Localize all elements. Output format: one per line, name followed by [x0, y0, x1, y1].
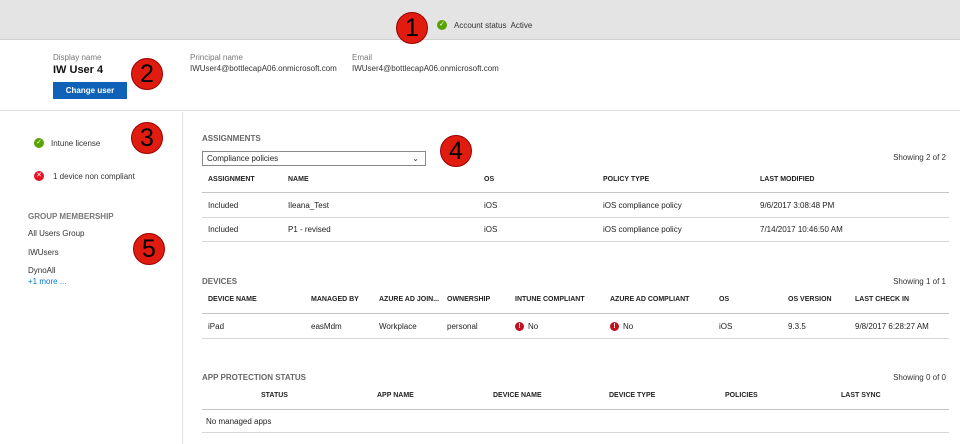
- email-label: Email: [352, 53, 373, 62]
- intune-compliant-cell: ! No: [515, 322, 538, 331]
- assignments-filter-value: Compliance policies: [207, 154, 279, 163]
- intune-compliant-value: No: [528, 322, 539, 331]
- os-cell: iOS: [484, 225, 498, 234]
- last-modified-cell: 7/14/2017 10:46:50 AM: [760, 225, 843, 234]
- app-protection-title: APP PROTECTION STATUS: [202, 373, 307, 382]
- ownership-cell: personal: [447, 322, 478, 331]
- group-item: DynoAll: [28, 266, 56, 275]
- column-header[interactable]: AZURE AD JOIN...: [379, 296, 439, 303]
- assignments-filter-select[interactable]: Compliance policies ⌄: [202, 151, 426, 166]
- column-header[interactable]: STATUS: [261, 392, 288, 399]
- devices-title: DEVICES: [202, 277, 238, 286]
- intune-license-status: ✓ Intune license: [34, 138, 100, 148]
- policy-type-cell: iOS compliance policy: [603, 225, 682, 234]
- column-header[interactable]: NAME: [288, 176, 309, 183]
- group-membership-title: GROUP MEMBERSHIP: [28, 212, 114, 221]
- warning-icon: !: [610, 322, 619, 331]
- header-divider: [202, 313, 949, 314]
- device-name-cell: iPad: [208, 322, 225, 331]
- display-name: IW User 4: [53, 64, 104, 76]
- row-divider: [202, 217, 949, 218]
- column-header[interactable]: INTUNE COMPLIANT: [515, 296, 585, 303]
- column-header[interactable]: DEVICE NAME: [208, 296, 257, 303]
- column-header[interactable]: LAST MODIFIED: [760, 176, 814, 183]
- assignments-title: ASSIGNMENTS: [202, 134, 261, 143]
- callout-marker: 5: [133, 233, 165, 265]
- group-item: IWUsers: [28, 248, 59, 257]
- column-header[interactable]: OWNERSHIP: [447, 296, 490, 303]
- os-cell: iOS: [484, 201, 498, 210]
- noncompliant-label: 1 device non compliant: [53, 171, 135, 181]
- last-modified-cell: 9/6/2017 3:08:48 PM: [760, 201, 835, 210]
- display-name-label: Display name: [53, 53, 102, 62]
- last-check-in-cell: 9/8/2017 6:28:27 AM: [855, 322, 929, 331]
- devices-showing: Showing 1 of 1: [893, 277, 946, 286]
- change-user-button[interactable]: Change user: [53, 82, 127, 99]
- column-header[interactable]: OS: [484, 176, 494, 183]
- account-status-label: Account status: [454, 20, 507, 30]
- azure-ad-join-cell: Workplace: [379, 322, 417, 331]
- account-status-value: Active: [510, 20, 533, 30]
- name-cell: P1 - revised: [288, 225, 331, 234]
- row-divider: [202, 241, 949, 242]
- principal-name-value: IWUser4@bottlecapA06.onmicrosoft.com: [190, 64, 337, 73]
- warning-icon: !: [515, 322, 524, 331]
- column-header[interactable]: OS: [719, 296, 729, 303]
- azure-ad-compliant-value: No: [623, 322, 634, 331]
- os-version-cell: 9.3.5: [788, 322, 806, 331]
- callout-marker: 1: [396, 12, 428, 44]
- email-value: IWUser4@bottlecapA06.onmicrosoft.com: [352, 64, 499, 73]
- account-status: ✓ Account status Active: [437, 20, 532, 30]
- group-more-link[interactable]: +1 more ...: [28, 277, 66, 286]
- header-divider: [202, 192, 949, 193]
- column-header[interactable]: POLICIES: [725, 392, 758, 399]
- column-header[interactable]: APP NAME: [377, 392, 414, 399]
- callout-marker: 4: [440, 135, 472, 167]
- column-header[interactable]: POLICY TYPE: [603, 176, 649, 183]
- principal-name-label: Principal name: [190, 53, 243, 62]
- column-header[interactable]: DEVICE TYPE: [609, 392, 655, 399]
- assignment-cell: Included: [208, 225, 239, 234]
- azure-ad-compliant-cell: ! No: [610, 322, 633, 331]
- left-panel: ✓ Intune license ✕ 1 device non complian…: [0, 112, 183, 444]
- check-circle-icon: ✓: [34, 138, 44, 148]
- app-protection-showing: Showing 0 of 0: [893, 373, 946, 382]
- intune-license-label: Intune license: [51, 138, 101, 148]
- noncompliant-status: ✕ 1 device non compliant: [34, 171, 135, 181]
- column-header[interactable]: MANAGED BY: [311, 296, 359, 303]
- callout-marker: 3: [131, 122, 163, 154]
- column-header[interactable]: LAST SYNC: [841, 392, 881, 399]
- column-header[interactable]: ASSIGNMENT: [208, 176, 255, 183]
- header-divider: [202, 409, 949, 410]
- name-cell: Ileana_Test: [288, 201, 329, 210]
- assignment-cell: Included: [208, 201, 239, 210]
- assignments-showing: Showing 2 of 2: [893, 153, 946, 162]
- callout-marker: 2: [131, 58, 163, 90]
- policy-type-cell: iOS compliance policy: [603, 201, 682, 210]
- row-divider: [202, 338, 949, 339]
- column-header[interactable]: DEVICE NAME: [493, 392, 542, 399]
- main-panel: ASSIGNMENTS Compliance policies ⌄ Showin…: [184, 112, 960, 444]
- empty-state: No managed apps: [206, 417, 272, 426]
- error-circle-icon: ✕: [34, 171, 44, 181]
- check-circle-icon: ✓: [437, 20, 447, 30]
- row-divider: [202, 432, 949, 433]
- os-cell: iOS: [719, 322, 733, 331]
- group-item: All Users Group: [28, 229, 85, 238]
- column-header[interactable]: OS VERSION: [788, 296, 832, 303]
- account-status-bar: ✓ Account status Active: [0, 0, 960, 40]
- managed-by-cell: easMdm: [311, 322, 342, 331]
- chevron-down-icon: ⌄: [412, 154, 419, 163]
- column-header[interactable]: LAST CHECK IN: [855, 296, 909, 303]
- column-header[interactable]: AZURE AD COMPLIANT: [610, 296, 689, 303]
